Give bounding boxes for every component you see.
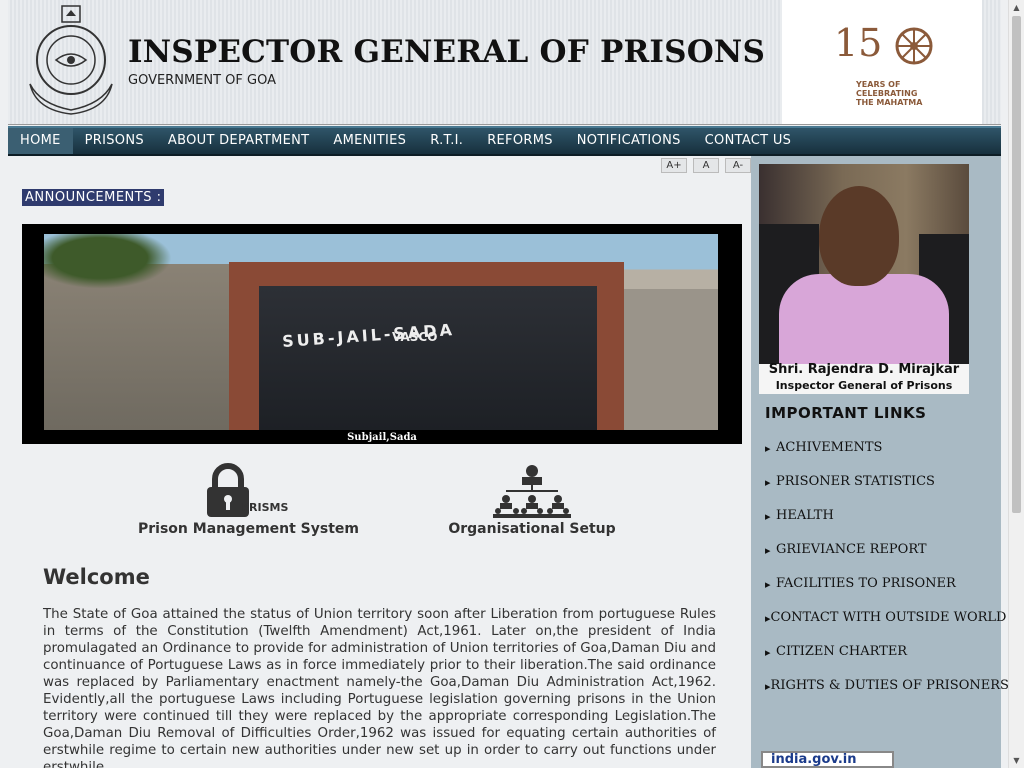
bullet-arrow-icon: ▸ <box>765 544 771 557</box>
page-subtitle: GOVERNMENT OF GOA <box>128 73 276 88</box>
bullet-arrow-icon: ▸ <box>765 510 771 523</box>
org-chart-icon <box>493 465 571 518</box>
org-setup-label: Organisational Setup <box>448 521 616 537</box>
prisms-logo-text: PRISMS <box>241 501 289 514</box>
important-link-label: HEALTH <box>776 508 834 523</box>
scrollbar-thumb[interactable] <box>1012 16 1021 513</box>
site-header: INSPECTOR GENERAL OF PRISONS GOVERNMENT … <box>8 0 1001 125</box>
nav-item-about-department[interactable]: ABOUT DEPARTMENT <box>156 128 321 154</box>
important-links-heading: IMPORTANT LINKS <box>765 404 927 422</box>
important-links-list: ▸ ACHIVEMENTS ▸ PRISONER STATISTICS ▸ HEALTH ▸… <box>765 440 1009 712</box>
main-nav: HOME PRISONS ABOUT DEPARTMENT AMENITIES R.T.… <box>8 126 1001 156</box>
important-link-item[interactable]: ▸ ACHIVEMENTS <box>765 440 1000 474</box>
scroll-up-icon[interactable]: ▲ <box>1009 0 1024 15</box>
nav-item-notifications[interactable]: NOTIFICATIONS <box>565 128 693 154</box>
banner-slideshow[interactable]: SUB-JAIL-SADA VASCO Subjail,Sada <box>22 224 742 444</box>
gate <box>259 286 597 430</box>
welcome-text: The State of Goa attained the status of … <box>43 607 716 768</box>
important-link-item[interactable]: ▸ RIGHTS & DUTIES OF PRISONERS <box>765 678 1009 712</box>
bullet-arrow-icon: ▸ <box>765 646 771 659</box>
wall <box>624 289 718 430</box>
nav-item-r-t-i[interactable]: R.T.I. <box>418 128 475 154</box>
nav-item-prisons[interactable]: PRISONS <box>73 128 156 154</box>
india-gov-badge[interactable]: india.gov.in <box>761 751 894 768</box>
official-title: Inspector General of Prisons <box>775 379 953 392</box>
goa-emblem-icon <box>29 5 113 115</box>
nav-item-reforms[interactable]: REFORMS <box>475 128 565 154</box>
welcome-heading: Welcome <box>43 565 150 589</box>
vertical-scrollbar[interactable]: ▲ ▼ <box>1008 0 1024 768</box>
font-reset-button[interactable]: A <box>693 158 719 173</box>
scroll-down-icon[interactable]: ▼ <box>1009 753 1024 768</box>
nav-item-contact-us[interactable]: CONTACT US <box>693 128 804 154</box>
charkha-wheel-icon <box>895 27 933 65</box>
palm-tree <box>44 234 184 294</box>
important-link-item[interactable]: ▸ PRISONER STATISTICS <box>765 474 1000 508</box>
bullet-arrow-icon: ▸ <box>765 476 771 489</box>
nav-item-amenities[interactable]: AMENITIES <box>321 128 418 154</box>
bullet-arrow-icon: ▸ <box>765 578 771 591</box>
logo-caption: YEARS OF CELEBRATING THE MAHATMA <box>856 80 923 107</box>
font-increase-button[interactable]: A+ <box>661 158 687 173</box>
important-link-item[interactable]: ▸ CITIZEN CHARTER <box>765 644 1000 678</box>
important-link-item[interactable]: ▸ GRIEVIANCE REPORT <box>765 542 1000 576</box>
official-name: Shri. Rajendra D. Mirajkar <box>768 362 960 377</box>
important-link-label: ACHIVEMENTS <box>776 440 883 455</box>
important-link-label: RIGHTS & DUTIES OF PRISONERS <box>770 678 1009 693</box>
announcements-label: ANNOUNCEMENTS : <box>22 189 165 206</box>
important-link-label: GRIEVIANCE REPORT <box>776 542 927 557</box>
bullet-arrow-icon: ▸ <box>765 442 771 455</box>
important-link-label: PRISONER STATISTICS <box>776 474 935 489</box>
prisms-link[interactable]: PRISMS Prison Management System <box>138 463 359 537</box>
nav-item-home[interactable]: HOME <box>8 128 73 154</box>
official-portrait: Shri. Rajendra D. Mirajkar Inspector Gen… <box>759 164 969 394</box>
logo-number: 15 <box>834 21 883 65</box>
face <box>819 186 899 286</box>
important-link-item[interactable]: ▸ CONTACT WITH OUTSIDE WORLD <box>765 610 1006 644</box>
important-link-label: FACILITIES TO PRISONER <box>776 576 956 591</box>
font-decrease-button[interactable]: A- <box>725 158 751 173</box>
org-setup-link[interactable]: Organisational Setup <box>432 463 632 537</box>
prisms-label: Prison Management System <box>138 521 359 537</box>
banner-caption: Subjail,Sada <box>347 432 417 443</box>
gate-sign-sub: VASCO <box>392 330 438 344</box>
shirt <box>779 274 949 364</box>
banner-photo: SUB-JAIL-SADA VASCO <box>44 234 718 430</box>
important-link-label: CONTACT WITH OUTSIDE WORLD <box>770 610 1007 625</box>
important-link-label: CITIZEN CHARTER <box>776 644 908 659</box>
important-link-item[interactable]: ▸ FACILITIES TO PRISONER <box>765 576 1000 610</box>
mahatma-150-logo: 15 YEARS OF CELEBRATING THE MAHATMA <box>782 0 982 124</box>
important-link-item[interactable]: ▸ HEALTH <box>765 508 1000 542</box>
page-title: INSPECTOR GENERAL OF PRISONS <box>128 34 766 70</box>
